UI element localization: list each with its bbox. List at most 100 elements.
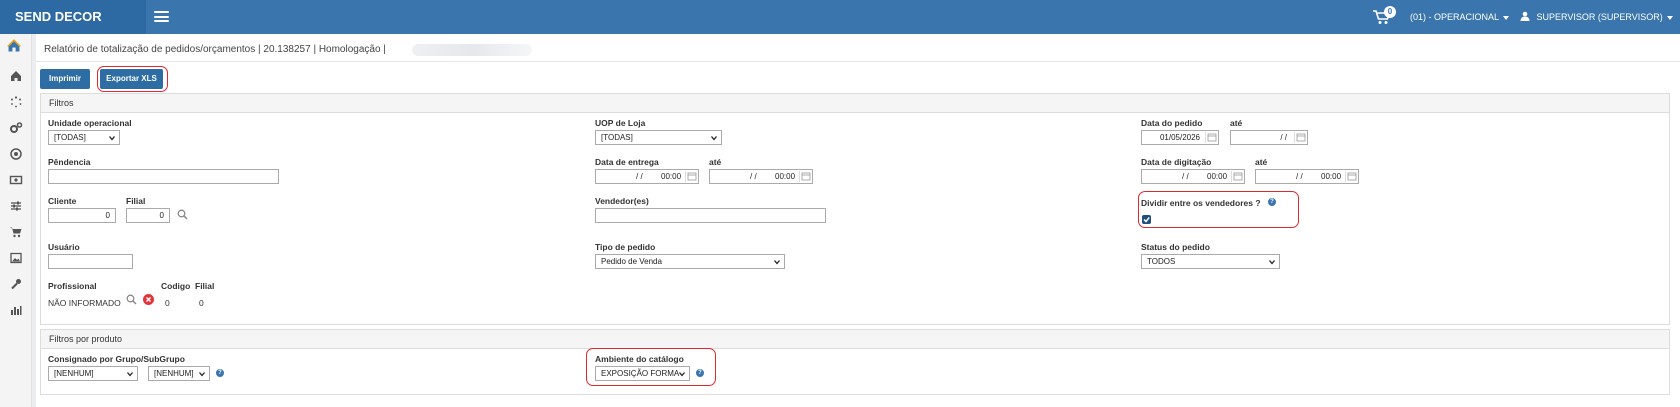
prof-filial-label: Filial — [195, 281, 215, 291]
page-title: Relatório de totalização de pedidos/orça… — [44, 44, 386, 55]
search-icon[interactable] — [126, 294, 137, 305]
data-digitacao-input[interactable]: / / 00:00 — [1141, 169, 1245, 184]
calendar-icon[interactable] — [1294, 132, 1306, 143]
uop-select[interactable]: [TODAS] — [595, 130, 722, 145]
user-dropdown-label: SUPERVISOR (SUPERVISOR) — [1536, 12, 1663, 22]
data-digitacao-ate-input[interactable]: / / 00:00 — [1255, 169, 1359, 184]
data-entrega-time: 00:00 — [661, 172, 682, 181]
help-icon[interactable]: ? — [216, 369, 224, 377]
unit-dropdown[interactable]: (01) - OPERACIONAL — [1410, 0, 1510, 34]
chevron-down-icon — [127, 372, 133, 377]
ambiente-label: Ambiente do catálogo — [595, 354, 684, 364]
clear-icon[interactable] — [143, 294, 154, 305]
data-digitacao-value: / / — [1182, 172, 1189, 181]
blurred-company-name — [412, 44, 532, 56]
chevron-down-icon — [1503, 15, 1510, 20]
data-pedido-label: Data do pedido — [1141, 118, 1203, 128]
data-entrega-input[interactable]: / / 00:00 — [595, 169, 699, 184]
grupo-select[interactable]: [NENHUM] — [48, 366, 138, 381]
calendar-icon[interactable] — [799, 171, 811, 182]
brand-logo[interactable]: SEND DECOR — [0, 0, 146, 34]
highlight-dividir — [1138, 191, 1299, 228]
data-entrega-ate-input[interactable]: / / 00:00 — [709, 169, 813, 184]
dividir-checkbox[interactable] — [1142, 215, 1151, 224]
profissional-value: NÃO INFORMADO — [48, 298, 121, 308]
data-pedido-value: 01/05/2026 — [1159, 133, 1200, 142]
data-digitacao-ate-value: / / — [1296, 172, 1303, 181]
chevron-down-icon — [711, 136, 717, 141]
unidade-select[interactable]: [TODAS] — [48, 130, 120, 145]
unidade-value: [TODAS] — [54, 133, 86, 142]
subgrupo-select[interactable]: [NENHUM] — [148, 366, 210, 381]
data-pedido-input[interactable]: 01/05/2026 — [1141, 130, 1219, 145]
data-digitacao-time: 00:00 — [1207, 172, 1228, 181]
ambiente-value: EXPOSIÇÃO FORMA — [601, 369, 680, 378]
uop-value: [TODAS] — [601, 133, 633, 142]
data-entrega-label: Data de entrega — [595, 157, 659, 167]
usuario-label: Usuário — [48, 242, 80, 252]
tipo-pedido-value: Pedido de Venda — [601, 257, 662, 266]
cliente-label: Cliente — [48, 196, 77, 206]
cliente-input[interactable]: 0 — [48, 208, 116, 223]
product-filters-title: Filtros por produto — [41, 330, 1669, 349]
data-entrega-ate-label: até — [709, 157, 722, 167]
unit-dropdown-label: (01) - OPERACIONAL — [1410, 12, 1500, 22]
unidade-label: Unidade operacional — [48, 118, 132, 128]
chevron-down-icon — [774, 260, 780, 265]
wrench-icon[interactable] — [9, 277, 23, 291]
sidebar — [0, 34, 32, 407]
calendar-icon[interactable] — [1231, 171, 1243, 182]
highlight-export-button — [97, 66, 168, 92]
data-digitacao-ate-time: 00:00 — [1321, 172, 1342, 181]
filters-panel: Filtros — [40, 93, 1670, 325]
cogs-icon[interactable] — [9, 121, 23, 135]
data-entrega-ate-value: / / — [750, 172, 757, 181]
bar-chart-icon[interactable] — [9, 303, 23, 317]
subgrupo-value: [NENHUM] — [154, 369, 194, 378]
vendedor-input[interactable] — [595, 208, 826, 223]
target-icon[interactable] — [9, 147, 23, 161]
search-icon[interactable] — [177, 209, 188, 220]
data-pedido-ate-input[interactable]: / / — [1230, 130, 1308, 145]
dividir-label: Dividir entre os vendedores ? — [1141, 198, 1261, 208]
filial-input[interactable]: 0 — [126, 208, 170, 223]
top-navbar: SEND DECOR 0 (01) - OPERACIONAL SUPERVIS… — [0, 0, 1680, 34]
status-pedido-value: TODOS — [1147, 257, 1176, 266]
hamburger-menu-icon[interactable] — [154, 11, 169, 22]
ambiente-select[interactable]: EXPOSIÇÃO FORMA — [595, 366, 690, 381]
cart-icon[interactable] — [9, 225, 23, 239]
codigo-label: Codigo — [161, 281, 191, 291]
pendencia-label: Pêndencia — [48, 157, 91, 167]
user-dropdown[interactable]: SUPERVISOR (SUPERVISOR) — [1520, 0, 1673, 34]
image-icon[interactable] — [9, 251, 23, 265]
spinner-icon[interactable] — [9, 95, 23, 109]
sliders-icon[interactable] — [9, 199, 23, 213]
data-pedido-ate-value: / / — [1280, 133, 1287, 142]
help-icon[interactable]: ? — [696, 369, 704, 377]
filial-label: Filial — [126, 196, 146, 206]
chevron-down-icon — [109, 136, 115, 141]
calendar-icon[interactable] — [1345, 171, 1357, 182]
print-button[interactable]: Imprimir — [40, 69, 90, 89]
user-icon — [1520, 11, 1537, 22]
calendar-icon[interactable] — [685, 171, 697, 182]
calendar-icon[interactable] — [1205, 132, 1217, 143]
vendedor-label: Vendedor(es) — [595, 196, 649, 206]
pendencia-input[interactable] — [48, 169, 279, 184]
status-pedido-select[interactable]: TODOS — [1141, 254, 1280, 269]
help-icon[interactable]: ? — [1268, 198, 1276, 206]
cart-count-badge: 0 — [1384, 6, 1396, 18]
home-icon[interactable] — [9, 69, 23, 83]
product-filters-panel: Filtros por produto — [40, 329, 1670, 395]
money-icon[interactable] — [9, 173, 23, 187]
tipo-pedido-select[interactable]: Pedido de Venda — [595, 254, 785, 269]
data-entrega-value: / / — [636, 172, 643, 181]
data-digitacao-ate-label: até — [1255, 157, 1268, 167]
status-pedido-label: Status do pedido — [1141, 242, 1210, 252]
profissional-label: Profissional — [48, 281, 97, 291]
usuario-input[interactable] — [48, 254, 133, 269]
grupo-value: [NENHUM] — [54, 369, 94, 378]
prof-filial-value: 0 — [199, 298, 204, 308]
logo-house-icon[interactable] — [7, 39, 25, 57]
chevron-down-icon — [1666, 15, 1673, 20]
